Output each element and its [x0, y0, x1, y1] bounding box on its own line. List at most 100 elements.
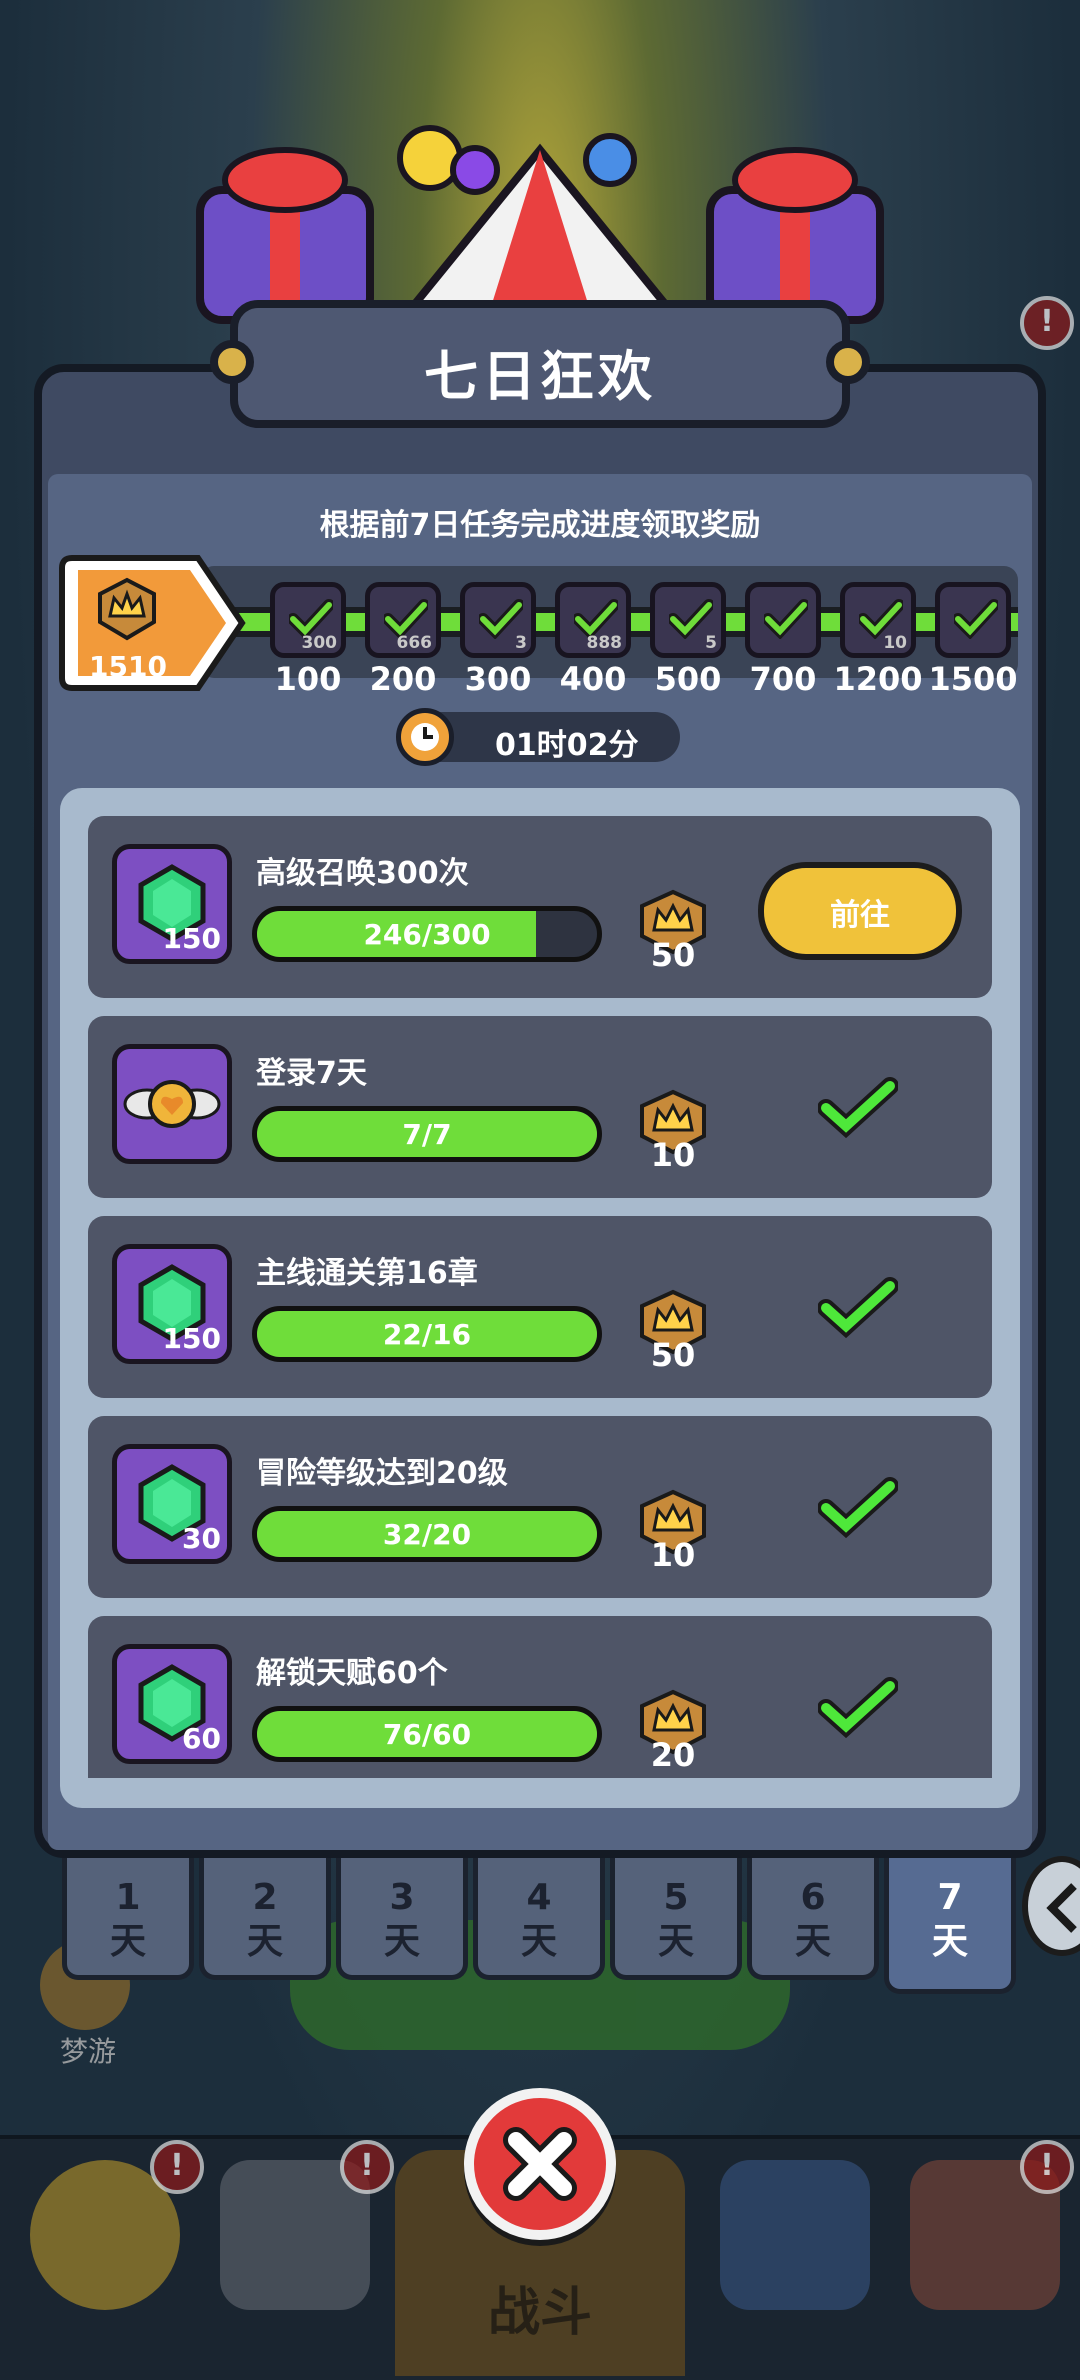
close-icon: [503, 2127, 577, 2201]
milestone-label: 200: [369, 660, 437, 698]
milestone-count: 888: [586, 633, 623, 653]
task-reward-value: 50: [650, 1336, 696, 1374]
task-title: 高级召唤300次: [256, 856, 469, 891]
bolt-icon: [210, 340, 254, 384]
nav-badge: !: [150, 2140, 204, 2194]
check-icon: [818, 1677, 898, 1738]
tab-day-7[interactable]: 7天: [884, 1858, 1016, 1994]
milestone-label: 1500: [928, 660, 1018, 698]
milestone-reward-700[interactable]: [745, 582, 821, 658]
tab-day-number: 7: [937, 1877, 963, 1918]
task-reward: 10: [628, 1088, 718, 1188]
tab-day-number: 1: [115, 1877, 141, 1918]
tab-day-4[interactable]: 4天: [473, 1858, 605, 1980]
guild-icon: [720, 2160, 870, 2310]
milestone-count: 10: [883, 633, 907, 653]
milestone-label: 700: [749, 660, 817, 698]
task-reward-value: 10: [650, 1136, 696, 1174]
sleep-label: 梦游: [60, 2035, 117, 2068]
tab-day-1[interactable]: 1天: [62, 1858, 194, 1980]
green-gem-icon: 150: [112, 1244, 232, 1364]
task-reward: 50: [628, 1288, 718, 1388]
milestone-reward-500[interactable]: 5: [650, 582, 726, 658]
page-title: 七日狂欢: [424, 345, 656, 408]
green-gem-icon: 150: [112, 844, 232, 964]
go-button[interactable]: 前往: [758, 862, 962, 960]
event-subtitle: 根据前7日任务完成进度领取奖励: [319, 508, 761, 543]
milestone-label: 1200: [833, 660, 923, 698]
tab-day-unit: 天: [520, 1921, 557, 1962]
milestone-reward-300[interactable]: 3: [460, 582, 536, 658]
task-title: 冒险等级达到20级: [256, 1456, 508, 1491]
countdown-timer: 01时02分: [396, 708, 680, 766]
battle-tab-label: 战斗: [487, 2283, 592, 2343]
task-list[interactable]: 150 高级召唤300次 246/300 50 前往登录7天 7/7 10 150 主线通关第1…: [88, 816, 992, 1778]
milestone-reward-400[interactable]: 888: [555, 582, 631, 658]
task-reward-value: 10: [650, 1536, 696, 1574]
task-row: 30 冒险等级达到20级 32/20 10: [88, 1416, 992, 1598]
tab-day-2[interactable]: 2天: [199, 1858, 331, 1980]
task-progress-text: 7/7: [402, 1118, 452, 1151]
green-gem-icon: 30: [112, 1444, 232, 1564]
task-progress-text: 22/16: [382, 1318, 472, 1351]
task-progress-text: 246/300: [363, 918, 491, 951]
check-icon: [764, 599, 808, 639]
task-progress-text: 76/60: [382, 1718, 472, 1751]
icon-amount: 60: [182, 1722, 221, 1755]
milestone-label: 100: [274, 660, 342, 698]
carnival-banner-icon: [196, 125, 884, 324]
milestone-label: 300: [464, 660, 532, 698]
task-reward-value: 20: [650, 1736, 696, 1774]
icon-amount: 150: [162, 922, 221, 955]
green-gem-icon: 60: [112, 1644, 232, 1764]
tab-day-3[interactable]: 3天: [336, 1858, 468, 1980]
task-title: 登录7天: [256, 1056, 367, 1091]
tab-day-unit: 天: [383, 1921, 420, 1962]
task-progress-bar: 246/300: [252, 906, 602, 962]
milestone-reward-100[interactable]: 300: [270, 582, 346, 658]
milestone-label: 400: [559, 660, 627, 698]
task-reward-value: 50: [650, 936, 696, 974]
clock-icon: [396, 708, 454, 766]
close-button[interactable]: [464, 2088, 616, 2240]
task-progress-bar: 22/16: [252, 1306, 602, 1362]
milestone-count: 5: [705, 633, 717, 653]
task-row: 150 高级召唤300次 246/300 50 前往: [88, 816, 992, 998]
nav-badge: !: [1020, 2140, 1074, 2194]
tab-day-number: 3: [389, 1877, 415, 1918]
tab-day-unit: 天: [931, 1921, 968, 1962]
tab-day-number: 4: [526, 1877, 552, 1918]
tab-day-unit: 天: [794, 1921, 831, 1962]
countdown-text: 01时02分: [495, 728, 639, 763]
check-icon: [954, 599, 998, 639]
tab-day-unit: 天: [657, 1921, 694, 1962]
tab-day-5[interactable]: 5天: [610, 1858, 742, 1980]
milestone-reward-1500[interactable]: [935, 582, 1011, 658]
tab-day-unit: 天: [246, 1921, 283, 1962]
nav-badge: !: [1020, 296, 1074, 350]
milestone-reward-200[interactable]: 666: [365, 582, 441, 658]
milestone-reward-1200[interactable]: 10: [840, 582, 916, 658]
check-icon: [818, 1077, 898, 1138]
tab-day-6[interactable]: 6天: [747, 1858, 879, 1980]
winged-heart-icon: [112, 1044, 232, 1164]
go-button-label: 前往: [830, 898, 890, 933]
check-icon: [818, 1277, 898, 1338]
icon-amount: 30: [182, 1522, 221, 1555]
check-icon: [818, 1477, 898, 1538]
score-badge: 1510: [58, 554, 246, 692]
milestone-count: 300: [301, 633, 338, 653]
tab-day-number: 6: [800, 1877, 826, 1918]
milestone-count: 666: [396, 633, 433, 653]
task-title: 主线通关第16章: [256, 1256, 478, 1291]
score-value: 1510: [89, 650, 167, 683]
task-progress-bar: 32/20: [252, 1506, 602, 1562]
bolt-icon: [826, 340, 870, 384]
milestone-label: 500: [654, 660, 722, 698]
tab-day-unit: 天: [109, 1921, 146, 1962]
task-reward: 10: [628, 1488, 718, 1588]
crown-medal-icon: [98, 577, 156, 641]
task-row: 登录7天 7/7 10: [88, 1016, 992, 1198]
tab-day-number: 5: [663, 1877, 689, 1918]
task-reward: 50: [628, 888, 718, 988]
